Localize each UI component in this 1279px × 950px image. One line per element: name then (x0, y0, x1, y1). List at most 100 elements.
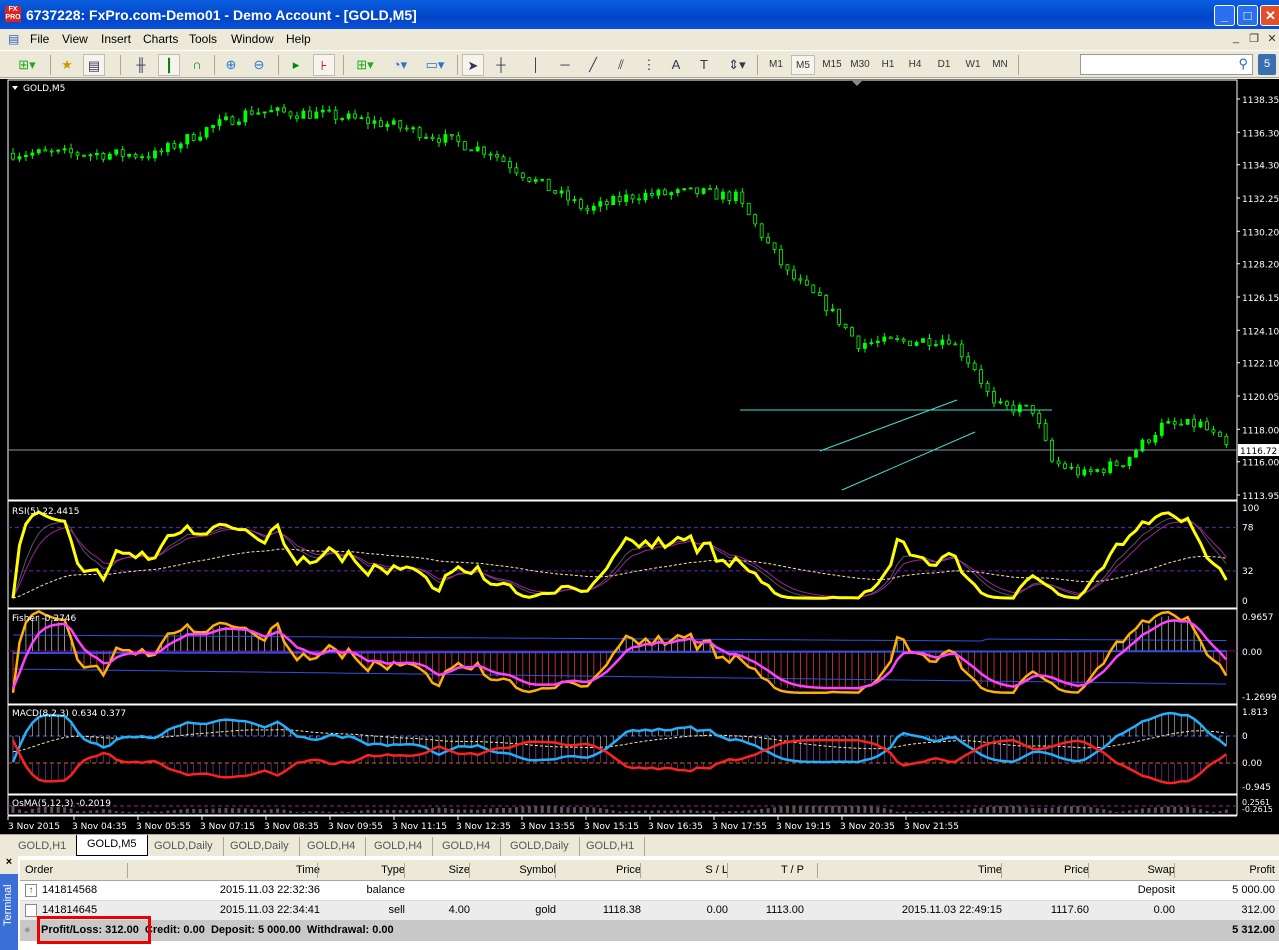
line-chart-icon[interactable]: ∩ (186, 54, 208, 76)
chart-tab[interactable]: GOLD,H4 (297, 837, 367, 856)
tf-m5[interactable]: M5 (791, 55, 815, 75)
account-summary: ● Profit/Loss: 312.00 Credit: 0.00 Depos… (20, 920, 1279, 941)
zoom-in-icon[interactable]: ⊕ (220, 54, 242, 76)
close-button[interactable]: ✕ (1260, 5, 1279, 26)
tf-m15[interactable]: M15 (819, 55, 845, 75)
chart-tab[interactable]: GOLD,H4 (364, 837, 434, 856)
column-divider[interactable] (1088, 863, 1089, 878)
maximize-button[interactable]: □ (1237, 5, 1258, 26)
zoom-out-icon[interactable]: ⊖ (248, 54, 270, 76)
channel-upper-line[interactable] (819, 399, 958, 452)
chart-window[interactable]: 1138.35 1136.30 1134.30 1132.25 1130.20 1128.… (0, 79, 1279, 834)
menu-help[interactable]: Help (286, 32, 311, 46)
menu-window[interactable]: Window (231, 32, 274, 46)
column-divider[interactable] (317, 863, 318, 878)
status-icon: ● (24, 924, 31, 936)
rsi-pane[interactable] (7, 500, 1238, 609)
chart-tab[interactable]: GOLD,Daily (144, 837, 224, 856)
chart-tab[interactable]: GOLD,H4 (432, 837, 502, 856)
column-header[interactable]: Price (558, 861, 641, 880)
chart-tab[interactable]: GOLD,M5 (76, 835, 148, 856)
search-icon[interactable]: ⚲ (1238, 56, 1248, 72)
bar-chart-icon[interactable]: ╫ (130, 54, 152, 76)
mdi-minimize-button[interactable]: _ (1228, 32, 1244, 47)
text-icon[interactable]: A (665, 54, 687, 76)
chart-shift-marker[interactable] (851, 80, 863, 86)
column-header[interactable]: Time (820, 861, 1002, 880)
column-header[interactable]: S / L (643, 861, 728, 880)
periods-icon[interactable]: ◔▾ (385, 54, 415, 76)
column-divider[interactable] (1001, 863, 1002, 878)
tf-h4[interactable]: H4 (903, 55, 927, 75)
column-divider[interactable] (817, 863, 818, 878)
candle (120, 149, 125, 157)
vertical-line-icon[interactable]: │ (525, 54, 547, 76)
search-input[interactable]: ⚲ (1080, 54, 1253, 75)
menu-insert[interactable]: Insert (101, 32, 131, 46)
arrows-icon[interactable]: ⇕▾ (722, 54, 752, 76)
column-header[interactable]: Type (320, 861, 405, 880)
price-chart[interactable]: 1138.35 1136.30 1134.30 1132.25 1130.20 1128.… (0, 79, 1279, 834)
column-divider[interactable] (127, 863, 128, 878)
chart-tab[interactable]: GOLD,Daily (500, 837, 580, 856)
equidistant-channel-icon[interactable]: ⫽ (610, 54, 632, 76)
new-chart-icon[interactable]: ⊞▾ (12, 54, 42, 76)
table-row[interactable]: ↑ 141814568 2015.11.03 22:32:36 balance Depo… (20, 881, 1279, 901)
main-pane[interactable] (7, 79, 1238, 501)
column-header[interactable]: Time (130, 861, 320, 880)
mdi-restore-button[interactable]: ❐ (1246, 32, 1262, 47)
tf-m1[interactable]: M1 (764, 55, 788, 75)
column-header[interactable]: Price (1004, 861, 1089, 880)
crosshair-icon[interactable]: ┼ (490, 54, 512, 76)
tf-h1[interactable]: H1 (876, 55, 900, 75)
auto-scroll-icon[interactable]: ▸ (285, 54, 307, 76)
candle (75, 152, 80, 156)
minimize-button[interactable]: _ (1214, 5, 1235, 26)
osma-bar (837, 805, 841, 813)
tf-w1[interactable]: W1 (961, 55, 985, 75)
candle (172, 143, 177, 149)
mdi-close-button[interactable]: ✕ (1264, 32, 1279, 47)
menu-tools[interactable]: Tools (189, 32, 217, 46)
column-header[interactable]: T / P (730, 861, 804, 880)
cursor-icon[interactable]: ➤ (462, 54, 484, 76)
column-divider[interactable] (469, 863, 470, 878)
menu-view[interactable]: View (62, 32, 88, 46)
column-header[interactable]: Size (407, 861, 470, 880)
text-label-icon[interactable]: T (693, 54, 715, 76)
templates-icon[interactable]: ▭▾ (420, 54, 450, 76)
chart-tab[interactable]: GOLD,H1 (576, 837, 646, 856)
channel-lower-line[interactable] (841, 431, 976, 491)
horizontal-line-icon[interactable]: ─ (554, 54, 576, 76)
chart-tab[interactable]: GOLD,Daily (220, 837, 300, 856)
tf-d1[interactable]: D1 (932, 55, 956, 75)
column-header[interactable]: Swap (1091, 861, 1175, 880)
column-divider[interactable] (1174, 863, 1175, 878)
column-divider[interactable] (727, 863, 728, 878)
column-divider[interactable] (404, 863, 405, 878)
table-row[interactable]: 141814645 2015.11.03 22:34:41 sell 4.00 gold… (20, 901, 1279, 921)
trendline-icon[interactable]: ╱ (582, 54, 604, 76)
macd-pane[interactable] (7, 704, 1238, 795)
profiles-icon[interactable]: ★ (56, 54, 78, 76)
osma-bar (798, 805, 802, 813)
column-header[interactable]: Symbol (472, 861, 556, 880)
tf-mn[interactable]: MN (988, 55, 1012, 75)
column-divider[interactable] (640, 863, 641, 878)
candlestick-icon[interactable]: ┃ (158, 54, 180, 76)
menu-charts[interactable]: Charts (143, 32, 178, 46)
chart-window-icon[interactable]: ▤ (8, 32, 19, 46)
column-header[interactable]: Order (25, 861, 120, 880)
column-divider[interactable] (555, 863, 556, 878)
chart-shift-icon[interactable]: ⊦ (313, 54, 335, 76)
fibonacci-icon[interactable]: ⋮ (638, 54, 660, 76)
column-header[interactable]: Profit (1177, 861, 1275, 880)
chart-tab[interactable]: GOLD,H1 (8, 837, 78, 856)
indicators-icon[interactable]: ⊞▾ (350, 54, 380, 76)
menu-file[interactable]: File (30, 32, 49, 46)
chart-menu-arrow-icon[interactable] (12, 86, 18, 90)
chat-icon[interactable]: 5 (1258, 54, 1276, 75)
market-watch-icon[interactable]: ▤ (83, 54, 105, 76)
close-terminal-icon[interactable]: × (0, 856, 18, 874)
tf-m30[interactable]: M30 (847, 55, 873, 75)
